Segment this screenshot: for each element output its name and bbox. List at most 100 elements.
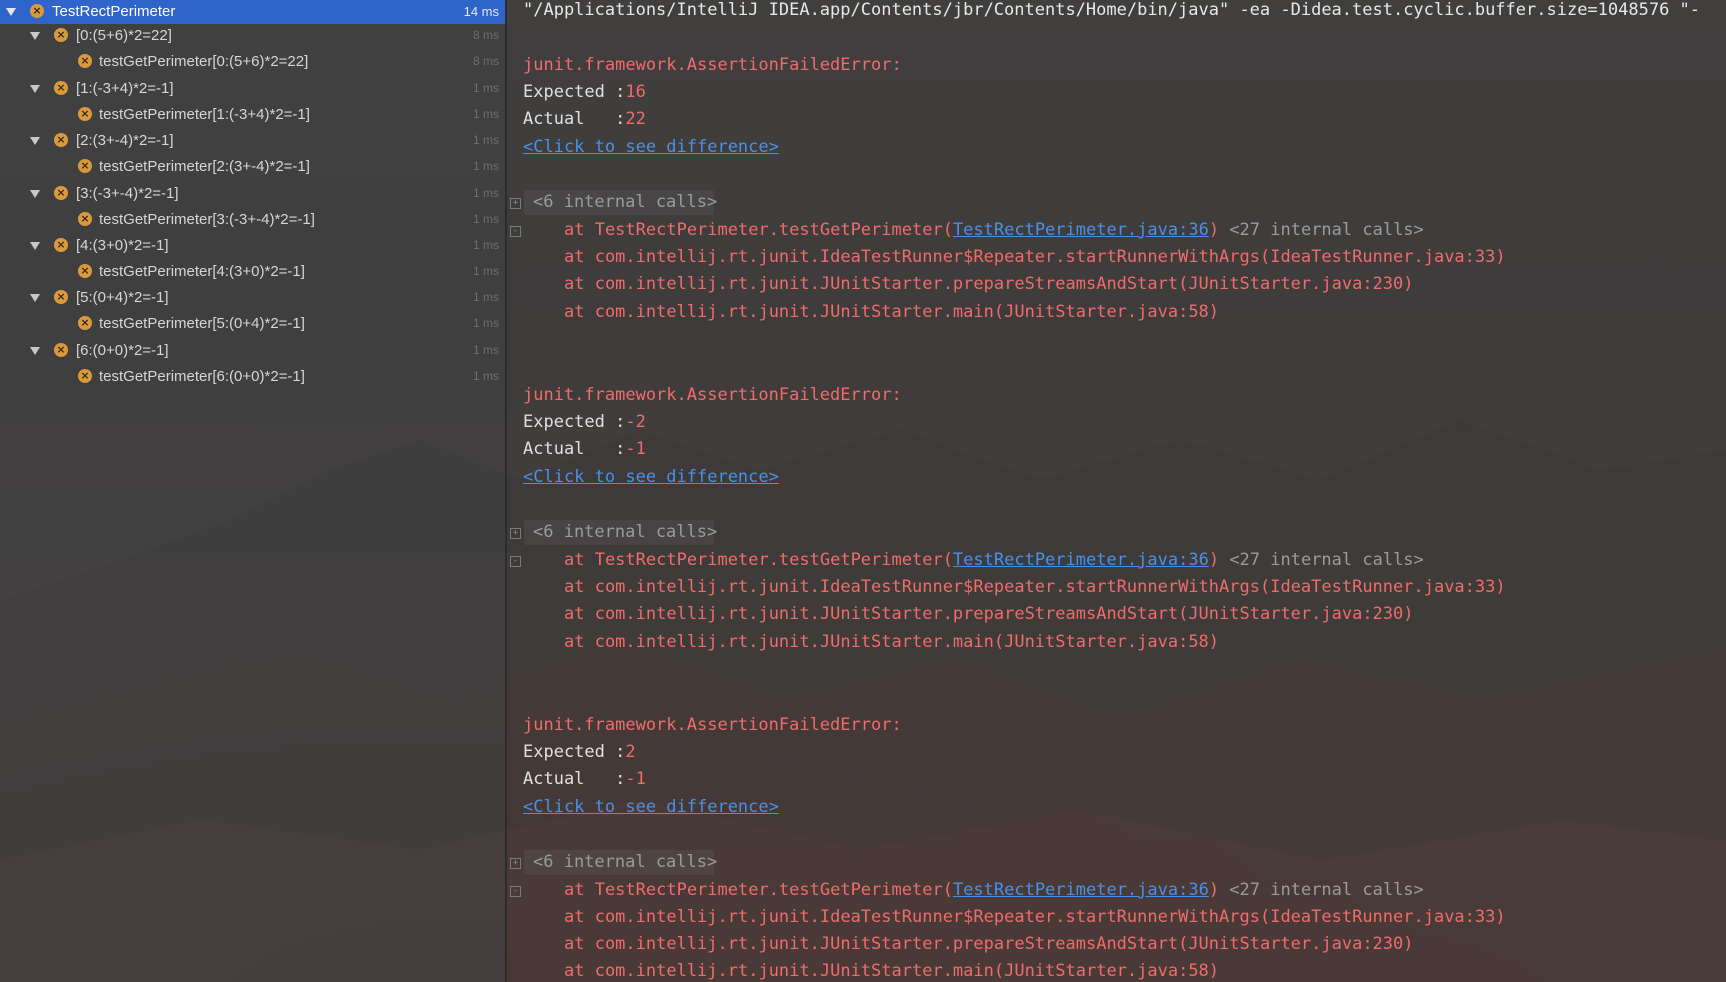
triangle-down-icon[interactable] xyxy=(6,8,16,16)
stack-frame-test: at TestRectPerimeter.testGetPerimeter(Te… xyxy=(564,878,1424,902)
triangle-down-icon[interactable] xyxy=(30,137,40,145)
expected-value: -2 xyxy=(625,412,646,432)
tree-group-row[interactable]: × [5:(0+4)*2=-1] 1 ms xyxy=(0,286,505,310)
tree-group-row[interactable]: × [0:(5+6)*2=22] 8 ms xyxy=(0,24,505,48)
stack-frame: at com.intellij.rt.junit.JUnitStarter.pr… xyxy=(564,274,1414,294)
stack-frame: at com.intellij.rt.junit.IdeaTestRunner$… xyxy=(564,907,1506,927)
stack-frame-test: at TestRectPerimeter.testGetPerimeter(Te… xyxy=(564,218,1424,242)
tree-test-time: 1 ms xyxy=(472,212,499,226)
actual-line: Actual :-1 xyxy=(523,437,646,461)
tree-test-row[interactable]: × testGetPerimeter[6:(0+0)*2=-1] 1 ms xyxy=(0,365,505,389)
tree-test-row[interactable]: × testGetPerimeter[3:(-3+-4)*2=-1] 1 ms xyxy=(0,208,505,232)
assertion-error: junit.framework.AssertionFailedError: xyxy=(523,715,902,735)
tree-group-time: 1 ms xyxy=(472,290,499,304)
test-failed-icon: × xyxy=(54,81,68,95)
internal-calls-label[interactable]: <27 internal calls> xyxy=(1229,550,1423,570)
test-failed-icon: × xyxy=(54,343,68,357)
tree-root-row[interactable]: × TestRectPerimeter 14 ms xyxy=(0,0,505,24)
test-failed-icon: × xyxy=(78,159,92,173)
triangle-down-icon[interactable] xyxy=(30,242,40,250)
actual-value: -1 xyxy=(625,769,646,789)
actual-line: Actual :22 xyxy=(523,107,646,131)
stack-frame: at com.intellij.rt.junit.IdeaTestRunner$… xyxy=(564,247,1506,267)
see-difference-link[interactable]: <Click to see difference> xyxy=(523,465,779,489)
internal-calls-label[interactable]: <27 internal calls> xyxy=(1229,880,1423,900)
tree-group-row[interactable]: × [6:(0+0)*2=-1] 1 ms xyxy=(0,339,505,363)
triangle-down-icon[interactable] xyxy=(30,294,40,302)
see-difference-link[interactable]: <Click to see difference> xyxy=(523,795,779,819)
tree-group-time: 1 ms xyxy=(472,133,499,147)
test-failed-icon: × xyxy=(54,133,68,147)
tree-test-label: testGetPerimeter[2:(3+-4)*2=-1] xyxy=(99,158,310,175)
tree-group-row[interactable]: × [2:(3+-4)*2=-1] 1 ms xyxy=(0,129,505,153)
console-output[interactable]: "/Applications/IntelliJ IDEA.app/Content… xyxy=(507,0,1726,982)
actual-label: Actual : xyxy=(523,769,626,789)
source-link[interactable]: TestRectPerimeter.java:36 xyxy=(953,880,1209,900)
tree-group-row[interactable]: × [3:(-3+-4)*2=-1] 1 ms xyxy=(0,182,505,206)
fold-toggle-icon[interactable]: - xyxy=(510,886,521,897)
tree-group-time: 1 ms xyxy=(472,238,499,252)
tree-test-label: testGetPerimeter[1:(-3+4)*2=-1] xyxy=(99,106,310,123)
triangle-down-icon[interactable] xyxy=(30,190,40,198)
test-failed-icon: × xyxy=(78,54,92,68)
fold-toggle-icon[interactable]: + xyxy=(510,528,521,539)
tree-test-row[interactable]: × testGetPerimeter[4:(3+0)*2=-1] 1 ms xyxy=(0,260,505,284)
stack-frame-test: at TestRectPerimeter.testGetPerimeter(Te… xyxy=(564,548,1424,572)
tree-group-label: [5:(0+4)*2=-1] xyxy=(76,289,169,306)
tree-test-time: 1 ms xyxy=(472,369,499,383)
tree-test-row[interactable]: × testGetPerimeter[2:(3+-4)*2=-1] 1 ms xyxy=(0,155,505,179)
tree-group-row[interactable]: × [1:(-3+4)*2=-1] 1 ms xyxy=(0,77,505,101)
stack-frame: at com.intellij.rt.junit.JUnitStarter.ma… xyxy=(564,961,1220,981)
internal-calls-label[interactable]: <6 internal calls> xyxy=(533,520,717,544)
test-failed-icon: × xyxy=(78,316,92,330)
test-failed-icon: × xyxy=(54,28,68,42)
test-failed-icon: × xyxy=(78,212,92,226)
fold-toggle-icon[interactable]: - xyxy=(510,226,521,237)
stack-frame: at com.intellij.rt.junit.JUnitStarter.pr… xyxy=(564,934,1414,954)
triangle-down-icon[interactable] xyxy=(30,85,40,93)
expected-value: 16 xyxy=(625,82,646,102)
test-failed-icon: × xyxy=(54,186,68,200)
test-failed-icon: × xyxy=(30,4,44,18)
test-failed-icon: × xyxy=(78,264,92,278)
stack-frame-prefix: at TestRectPerimeter.testGetPerimeter( xyxy=(564,880,953,900)
triangle-down-icon[interactable] xyxy=(30,347,40,355)
internal-calls-label[interactable]: <27 internal calls> xyxy=(1229,220,1423,240)
actual-value: 22 xyxy=(625,109,646,129)
tree-test-row[interactable]: × testGetPerimeter[1:(-3+4)*2=-1] 1 ms xyxy=(0,103,505,127)
stack-frame-suffix: ) xyxy=(1208,220,1220,240)
fold-toggle-icon[interactable]: + xyxy=(510,198,521,209)
actual-line: Actual :-1 xyxy=(523,767,646,791)
tree-test-label: testGetPerimeter[0:(5+6)*2=22] xyxy=(99,53,309,70)
stack-frame: at com.intellij.rt.junit.JUnitStarter.ma… xyxy=(564,302,1220,322)
expected-line: Expected :2 xyxy=(523,740,636,764)
tree-test-row[interactable]: × testGetPerimeter[0:(5+6)*2=22] 8 ms xyxy=(0,50,505,74)
fold-toggle-icon[interactable]: + xyxy=(510,858,521,869)
tree-root-label: TestRectPerimeter xyxy=(52,3,176,20)
tree-test-row[interactable]: × testGetPerimeter[5:(0+4)*2=-1] 1 ms xyxy=(0,312,505,336)
tree-group-row[interactable]: × [4:(3+0)*2=-1] 1 ms xyxy=(0,234,505,258)
actual-value: -1 xyxy=(625,439,646,459)
tree-group-time: 8 ms xyxy=(472,28,499,42)
console-command-line: "/Applications/IntelliJ IDEA.app/Content… xyxy=(523,0,1701,20)
expected-label: Expected : xyxy=(523,742,626,762)
stack-frame: at com.intellij.rt.junit.IdeaTestRunner$… xyxy=(564,577,1506,597)
actual-label: Actual : xyxy=(523,439,626,459)
test-failed-icon: × xyxy=(78,107,92,121)
triangle-down-icon[interactable] xyxy=(30,32,40,40)
tree-group-label: [0:(5+6)*2=22] xyxy=(76,27,172,44)
source-link[interactable]: TestRectPerimeter.java:36 xyxy=(953,550,1209,570)
source-link[interactable]: TestRectPerimeter.java:36 xyxy=(953,220,1209,240)
see-difference-link[interactable]: <Click to see difference> xyxy=(523,135,779,159)
internal-calls-label[interactable]: <6 internal calls> xyxy=(533,190,717,214)
expected-label: Expected : xyxy=(523,412,626,432)
tree-root-time: 14 ms xyxy=(463,4,499,19)
tree-test-time: 1 ms xyxy=(472,159,499,173)
expected-line: Expected :16 xyxy=(523,80,646,104)
fold-toggle-icon[interactable]: - xyxy=(510,556,521,567)
tree-group-label: [2:(3+-4)*2=-1] xyxy=(76,132,174,149)
internal-calls-label[interactable]: <6 internal calls> xyxy=(533,850,717,874)
tree-test-time: 1 ms xyxy=(472,107,499,121)
actual-label: Actual : xyxy=(523,109,626,129)
expected-line: Expected :-2 xyxy=(523,410,646,434)
